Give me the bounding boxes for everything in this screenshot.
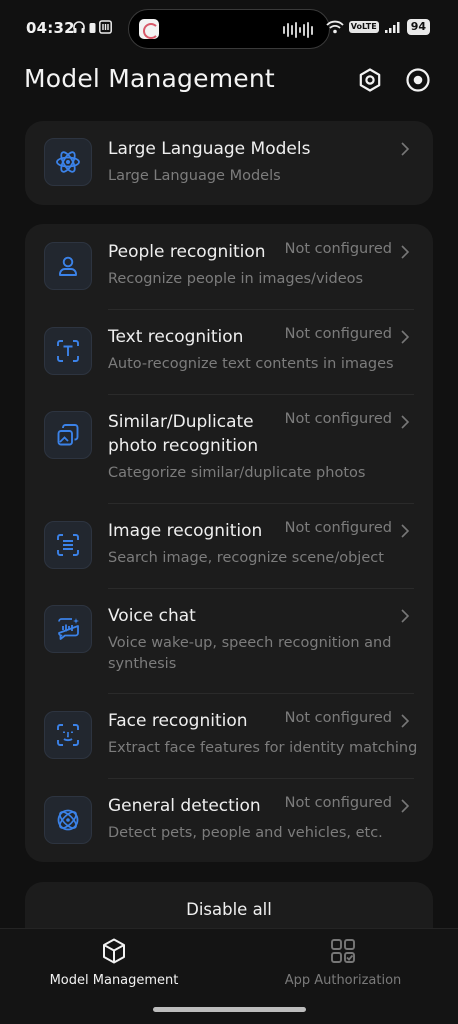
detection-icon — [57, 809, 79, 831]
feature-status: Not configured — [284, 795, 392, 811]
llm-row[interactable]: Large Language Models Large Language Mod… — [25, 121, 433, 205]
headphones-icon — [73, 21, 85, 33]
feature-row-general-detection[interactable]: General detection Not configured Detect … — [25, 778, 433, 862]
battery-indicator: 94 — [406, 19, 430, 35]
atom-icon — [56, 151, 80, 173]
duplicate-photos-icon — [57, 424, 79, 446]
general-detection-icon-box — [44, 796, 92, 844]
face-recognition-icon-box — [44, 711, 92, 759]
chevron-right-icon — [401, 799, 410, 813]
feature-row-text-recognition[interactable]: Text recognition Not configured Auto-rec… — [25, 309, 433, 394]
feature-row-image-recognition[interactable]: Image recognition Not configured Search … — [25, 503, 433, 588]
feature-title: Similar/Duplicate photo recognition — [108, 412, 259, 456]
voice-chat-icon — [58, 618, 79, 640]
person-icon — [59, 256, 77, 276]
chevron-right-icon — [401, 714, 410, 728]
wifi-icon — [326, 20, 344, 34]
feature-row-face-recognition[interactable]: Face recognition Not configured Extract … — [25, 693, 433, 778]
feature-status: Not configured — [284, 710, 392, 726]
feature-title: People recognition — [108, 242, 266, 262]
audio-wave-icon — [283, 21, 313, 39]
feature-description: Search image, recognize scene/object — [108, 550, 384, 566]
home-indicator[interactable] — [153, 1007, 306, 1012]
llm-card[interactable]: Large Language Models Large Language Mod… — [25, 121, 433, 205]
status-time: 04:32 — [26, 19, 75, 37]
llm-description: Large Language Models — [108, 168, 281, 184]
feature-description: Extract face features for identity match… — [108, 740, 418, 756]
record-icon — [406, 68, 430, 92]
dynamic-island[interactable] — [128, 9, 330, 49]
feature-row-people-recognition[interactable]: People recognition Not configured Recogn… — [25, 224, 433, 309]
voice-chat-icon-box — [44, 605, 92, 653]
nav-tab-app-authorization[interactable]: App Authorization — [243, 937, 443, 988]
face-scan-icon — [57, 724, 79, 746]
image-recognition-icon-box — [44, 521, 92, 569]
apps-check-icon — [331, 939, 355, 963]
chevron-right-icon — [401, 142, 410, 156]
image-scan-icon — [57, 534, 79, 556]
text-recognition-icon-box — [44, 327, 92, 375]
cube-icon — [103, 938, 125, 964]
disable-all-label: Disable all — [186, 900, 272, 919]
chevron-right-icon — [401, 245, 410, 259]
status-bar: 04:32 VoLTE 94 — [0, 0, 458, 56]
record-button[interactable] — [404, 66, 432, 94]
chevron-right-icon — [401, 330, 410, 344]
feature-row-duplicate-photo-recognition[interactable]: Similar/Duplicate photo recognition Not … — [25, 394, 433, 503]
feature-description: Categorize similar/duplicate photos — [108, 465, 366, 481]
llm-icon-box — [44, 138, 92, 186]
music-app-icon — [139, 19, 159, 39]
status-left-icons — [72, 20, 112, 34]
chevron-right-icon — [401, 524, 410, 538]
llm-title: Large Language Models — [108, 139, 311, 159]
chevron-right-icon — [401, 609, 410, 623]
feature-row-voice-chat[interactable]: Voice chat Voice wake-up, speech recogni… — [25, 588, 433, 693]
feature-description: Voice wake-up, speech recognition and sy… — [108, 635, 392, 672]
text-scan-icon — [57, 340, 79, 362]
feature-status: Not configured — [284, 411, 392, 427]
feature-status: Not configured — [284, 326, 392, 342]
chevron-right-icon — [401, 415, 410, 429]
feature-title: Text recognition — [108, 327, 244, 347]
feature-title: Image recognition — [108, 521, 263, 541]
page-title: Model Management — [24, 64, 275, 93]
sim-icon — [99, 20, 112, 34]
settings-button[interactable] — [356, 66, 384, 94]
feature-description: Detect pets, people and vehicles, etc. — [108, 825, 383, 841]
feature-status: Not configured — [284, 241, 392, 257]
nav-label: Model Management — [49, 973, 179, 988]
nav-label: App Authorization — [284, 973, 402, 988]
feature-status: Not configured — [284, 520, 392, 536]
nav-tab-model-management[interactable]: Model Management — [14, 937, 214, 988]
lock-icon — [89, 23, 96, 33]
settings-icon — [359, 68, 381, 92]
features-card: People recognition Not configured Recogn… — [25, 224, 433, 862]
people-recognition-icon-box — [44, 242, 92, 290]
volte-badge: VoLTE — [348, 21, 379, 33]
feature-description: Recognize people in images/videos — [108, 271, 364, 287]
duplicate-photo-icon-box — [44, 411, 92, 459]
signal-icon — [384, 22, 400, 33]
feature-description: Auto-recognize text contents in images — [108, 356, 394, 372]
feature-title: General detection — [108, 796, 261, 816]
feature-title: Face recognition — [108, 711, 248, 731]
feature-title: Voice chat — [108, 606, 196, 626]
status-right-icons: VoLTE 94 — [326, 19, 430, 35]
